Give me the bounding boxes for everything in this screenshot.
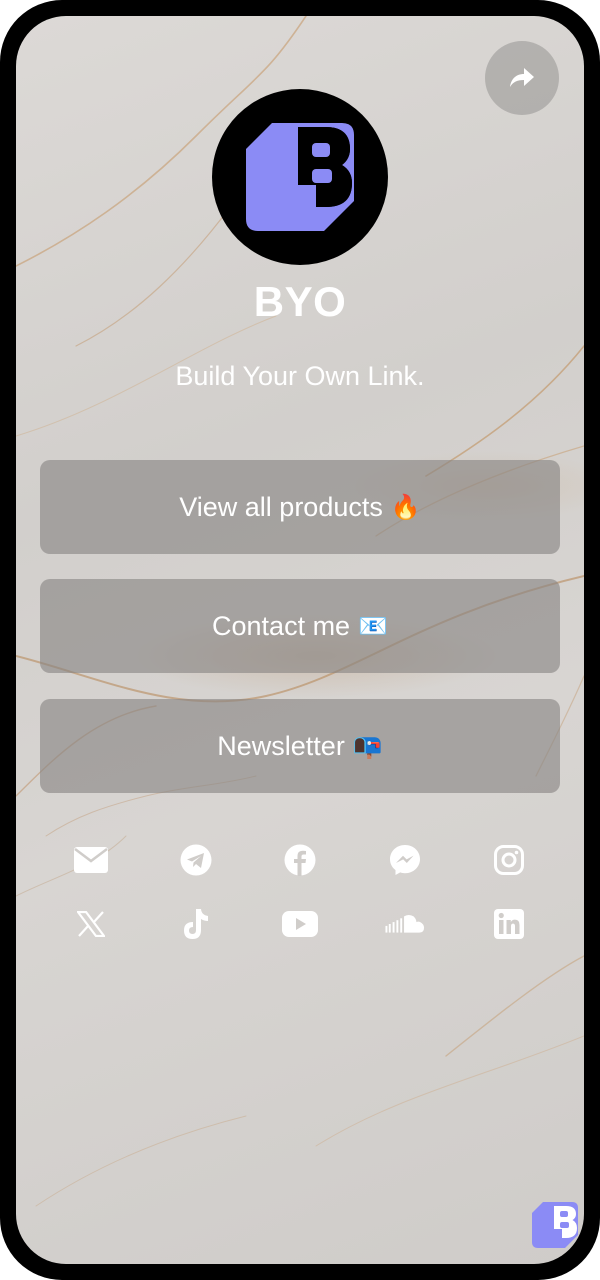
profile-bio: Build Your Own Link. (175, 361, 425, 391)
byo-logo (246, 123, 354, 231)
phone-frame: BYO Build Your Own Link. View all produc… (0, 0, 600, 1280)
avatar (212, 89, 388, 265)
messenger-icon[interactable] (385, 840, 425, 880)
telegram-icon[interactable] (176, 840, 216, 880)
youtube-icon[interactable] (280, 904, 320, 944)
x-icon[interactable] (71, 904, 111, 944)
link-label: View all products (179, 491, 383, 522)
byo-badge-logo[interactable] (532, 1202, 578, 1248)
profile-name: BYO (253, 278, 347, 325)
email-icon[interactable] (71, 840, 111, 880)
newsletter-button[interactable]: Newsletter 📭 (40, 699, 560, 793)
profile-screen: BYO Build Your Own Link. View all produc… (16, 16, 584, 1264)
fire-emoji-icon: 🔥 (390, 493, 421, 521)
social-links (71, 828, 529, 956)
facebook-icon[interactable] (280, 840, 320, 880)
social-row (71, 828, 529, 892)
contact-me-button[interactable]: Contact me 📧 (40, 579, 560, 673)
link-label: Contact me (212, 610, 351, 641)
linkedin-icon[interactable] (489, 904, 529, 944)
soundcloud-icon[interactable] (384, 904, 425, 944)
link-label: Newsletter (217, 730, 345, 761)
tiktok-icon[interactable] (176, 904, 216, 944)
share-button[interactable] (485, 41, 559, 115)
view-all-products-button[interactable]: View all products 🔥 (40, 460, 560, 554)
share-arrow-icon (510, 68, 534, 87)
social-row (71, 892, 529, 956)
email-emoji-icon: 📧 (358, 612, 388, 640)
mailbox-emoji-icon: 📭 (352, 732, 383, 760)
instagram-icon[interactable] (489, 840, 529, 880)
